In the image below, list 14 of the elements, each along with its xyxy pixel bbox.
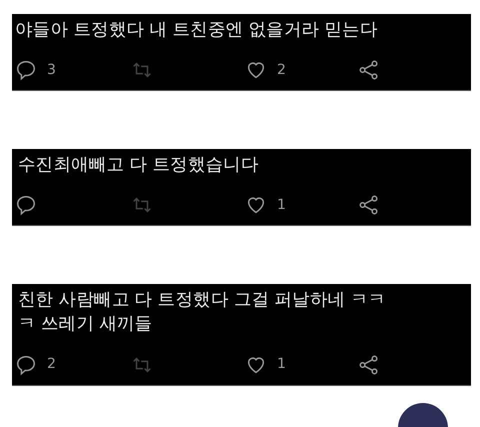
comment-icon[interactable] xyxy=(15,194,37,216)
tweet-text: 야들아 트정했다 내 트친중엔 없을거라 믿는다 xyxy=(15,19,379,42)
count-label: 1 xyxy=(277,196,286,215)
count-label: 1 xyxy=(277,355,286,374)
share-icon[interactable] xyxy=(358,194,380,216)
share-icon[interactable] xyxy=(358,59,380,82)
tweet-text: 수진최애빼고 다 트정했습니다 xyxy=(17,154,260,178)
share-icon[interactable] xyxy=(358,354,380,376)
comment-icon[interactable] xyxy=(15,59,37,82)
count-label: 2 xyxy=(47,355,56,374)
count-label: 2 xyxy=(277,60,286,80)
comment-icon[interactable] xyxy=(15,354,37,376)
tweet-text: 친한 사람빼고 다 트정했다 그걸 퍼날하네 ㅋㅋㅋ 쓰레기 새끼들 xyxy=(17,289,387,336)
count-label: 3 xyxy=(47,60,56,80)
